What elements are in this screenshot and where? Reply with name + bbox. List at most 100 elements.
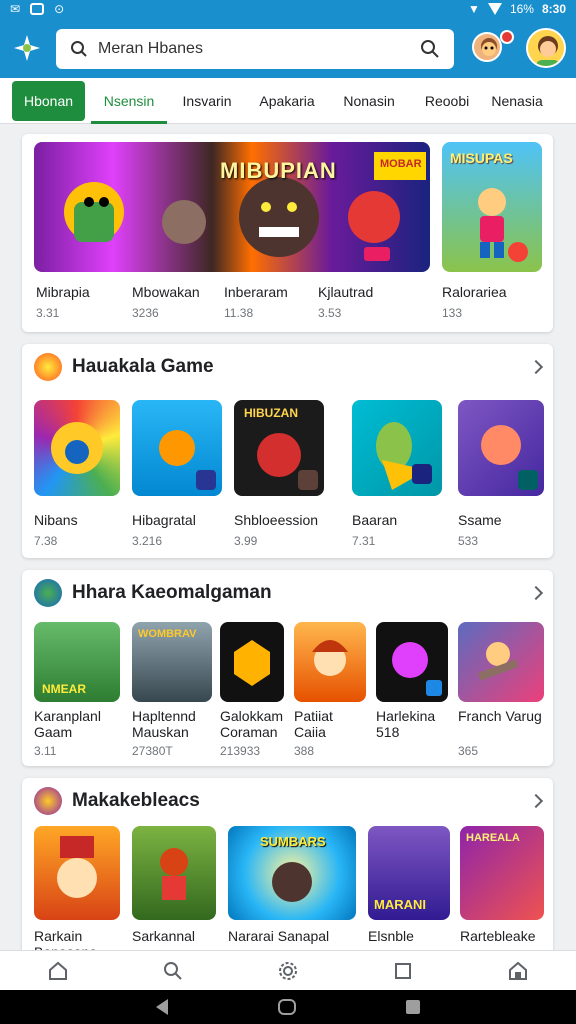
tile-title: SUMBARS xyxy=(260,834,326,849)
section-header-1[interactable]: Hauakala Game xyxy=(22,344,553,390)
tile-title: MARANI xyxy=(374,897,426,912)
featured-banner[interactable]: MIBUPIAN MOBAR xyxy=(34,142,430,272)
featured-name-1[interactable]: Mibrapia xyxy=(36,284,90,300)
chevron-right-icon[interactable] xyxy=(528,793,544,809)
app-tile[interactable] xyxy=(34,826,120,920)
app-name[interactable]: Harlekina 518 xyxy=(376,708,452,740)
tab-hbonan[interactable]: Hbonan xyxy=(12,80,86,121)
app-tile[interactable] xyxy=(376,622,448,702)
section-title-2: Hhara Kaeomalgaman xyxy=(72,582,272,603)
banner-badge: MOBAR xyxy=(380,158,422,170)
main-content: MIBUPIAN MOBAR MISUPAS Mibrapia 3.31 Mbo… xyxy=(0,124,576,950)
app-name[interactable]: Shbloeession xyxy=(234,512,318,528)
app-name[interactable]: Nibans xyxy=(34,512,78,528)
app-meta: 3.216 xyxy=(132,534,163,548)
notification-icon: ✉ xyxy=(10,2,21,16)
search-input[interactable]: Meran Hbanes xyxy=(98,40,420,58)
featured-name-5[interactable]: Ralorariea xyxy=(442,284,507,300)
back-icon[interactable] xyxy=(156,999,168,1015)
app-name[interactable]: Franch Varug xyxy=(458,708,548,724)
app-tile[interactable]: MARANI xyxy=(368,826,450,920)
section-card-1: Hauakala Game HIBUZAN Nibans 7.38 Hibagr… xyxy=(22,344,553,558)
tab-nsensin[interactable]: Nsensin xyxy=(91,78,168,124)
app-meta: 388 xyxy=(294,744,315,758)
mascot-avatar-icon[interactable] xyxy=(472,32,502,62)
app-tile[interactable] xyxy=(132,400,222,496)
search-icon xyxy=(71,41,87,57)
wifi-icon: ▼ xyxy=(468,2,480,16)
section-header-3[interactable]: Makakebleacs xyxy=(22,778,553,824)
tab-nonasin[interactable]: Nonasin xyxy=(327,78,411,124)
app-name[interactable]: Rarkain Banasana xyxy=(34,928,124,950)
section-card-3: Makakebleacs SUMBARS MARANI HAREALA Rark… xyxy=(22,778,553,950)
app-tile[interactable] xyxy=(352,400,442,496)
app-logo-icon[interactable] xyxy=(10,31,44,65)
app-name[interactable]: Rartebleake xyxy=(460,928,536,944)
featured-meta-5: 133 xyxy=(442,306,463,320)
search-bar[interactable]: Meran Hbanes xyxy=(56,29,454,69)
battery-level: 16% xyxy=(509,2,534,16)
section-title-3: Makakebleacs xyxy=(72,790,200,811)
search-icon[interactable] xyxy=(162,960,184,982)
store-icon[interactable] xyxy=(507,960,529,982)
tab-reoobi[interactable]: Reoobi xyxy=(411,78,483,124)
app-tile[interactable]: HAREALA xyxy=(460,826,544,920)
system-nav-bar xyxy=(0,990,576,1024)
app-tile[interactable] xyxy=(458,622,544,702)
app-meta: 533 xyxy=(458,534,479,548)
featured-meta-3: 11.38 xyxy=(224,306,254,320)
app-tile[interactable] xyxy=(220,622,284,702)
home-icon[interactable] xyxy=(47,960,69,982)
chevron-right-icon[interactable] xyxy=(528,585,544,601)
app-tile[interactable] xyxy=(458,400,544,496)
section-title-1: Hauakala Game xyxy=(72,356,214,377)
settings-icon[interactable] xyxy=(277,960,299,982)
featured-name-4[interactable]: Kjlautrad xyxy=(318,284,373,300)
app-tile[interactable]: WOMBRAV xyxy=(132,622,212,702)
app-name[interactable]: Sarkannal xyxy=(132,928,195,944)
app-meta: 213933 xyxy=(220,744,261,758)
app-name[interactable]: Hapltennd Mauskan xyxy=(132,708,212,740)
signal-icon xyxy=(487,3,502,15)
banner-title: MIBUPIAN xyxy=(220,158,337,183)
globe-icon xyxy=(34,579,62,607)
featured-meta-2: 3236 xyxy=(132,306,159,320)
featured-tile-right[interactable]: MISUPAS xyxy=(442,142,542,272)
tile-title: WOMBRAV xyxy=(138,628,197,640)
library-icon[interactable] xyxy=(392,960,414,982)
search-submit-icon[interactable] xyxy=(420,39,440,59)
app-meta: 7.38 xyxy=(34,534,58,548)
home-button-icon[interactable] xyxy=(278,999,296,1015)
section-header-2[interactable]: Hhara Kaeomalgaman xyxy=(22,570,553,616)
chevron-right-icon[interactable] xyxy=(528,359,544,375)
featured-meta-4: 3.53 xyxy=(318,306,342,320)
app-tile[interactable]: SUMBARS xyxy=(228,826,356,920)
game-controller-icon xyxy=(34,353,62,381)
app-name[interactable]: Nararai Sanapal xyxy=(228,928,329,944)
app-tile[interactable] xyxy=(294,622,366,702)
featured-name-2[interactable]: Mbowakan xyxy=(132,284,200,300)
app-name[interactable]: Hibagratal xyxy=(132,512,196,528)
featured-name-3[interactable]: Inberaram xyxy=(224,284,288,300)
app-name[interactable]: Ssame xyxy=(458,512,502,528)
app-tile[interactable] xyxy=(132,826,216,920)
app-name[interactable]: Patiiat Caiia xyxy=(294,708,364,740)
tile-title: NMEAR xyxy=(42,682,86,696)
tab-apakaria[interactable]: Apakaria xyxy=(247,78,327,124)
section-card-2: Hhara Kaeomalgaman NMEAR WOMBRAV Karanpl… xyxy=(22,570,553,766)
app-tile[interactable]: HIBUZAN xyxy=(234,400,324,496)
app-meta: 365 xyxy=(458,744,479,758)
app-bar: Meran Hbanes xyxy=(0,18,576,78)
app-name[interactable]: Galokkam Coraman xyxy=(220,708,290,740)
app-name[interactable]: Baaran xyxy=(352,512,397,528)
app-name[interactable]: Elsnble xyxy=(368,928,414,944)
app-name[interactable]: Karanplanl Gaam xyxy=(34,708,124,740)
app-tile[interactable]: NMEAR xyxy=(34,622,120,702)
app-tile[interactable] xyxy=(34,400,120,496)
profile-avatar[interactable] xyxy=(526,28,566,68)
tab-nenasia[interactable]: Nenasia xyxy=(483,78,551,124)
recents-icon[interactable] xyxy=(406,1000,420,1014)
tab-insvarin[interactable]: Insvarin xyxy=(167,78,247,124)
status-bar: ✉ ⊙ ▼ 16% 8:30 xyxy=(0,0,576,18)
notification-badge xyxy=(500,30,514,44)
